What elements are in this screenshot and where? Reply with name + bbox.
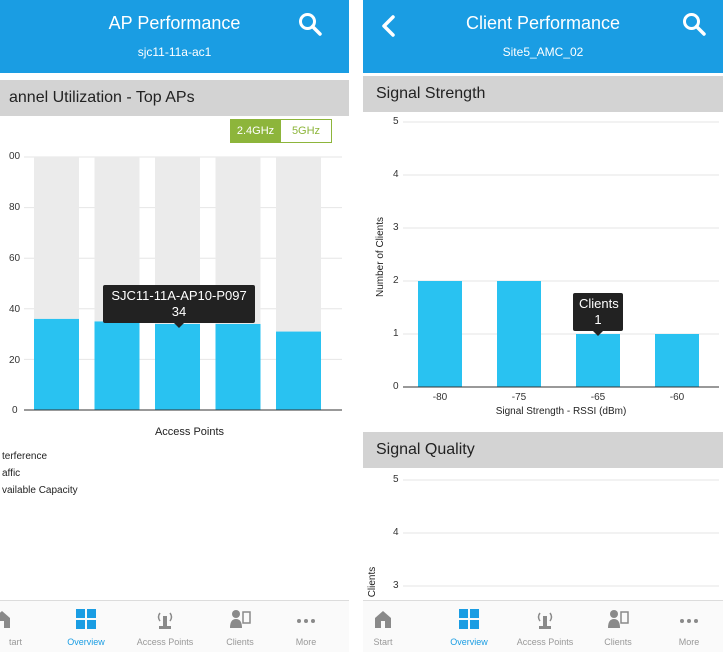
channel-utilization-section: annel Utilization - Top APs: [0, 80, 349, 116]
clients-icon: [608, 610, 629, 628]
tab-label: More: [678, 637, 700, 647]
search-icon[interactable]: [681, 11, 707, 37]
y-tick-label: 80: [9, 202, 21, 213]
tab-overview[interactable]: Overview: [55, 601, 117, 652]
ap-performance-panel: AP Performance sjc11-11a-ac1 annel Utili…: [0, 0, 349, 652]
tab-start[interactable]: Start: [363, 601, 404, 652]
signal-quality-chart: [403, 479, 719, 587]
signal-strength-section: Signal Strength: [363, 76, 723, 112]
ap-utilization-chart: [24, 156, 342, 411]
y-tick-label: 20: [9, 355, 21, 366]
band-5ghz-button[interactable]: 5GHz: [281, 119, 332, 143]
tab-label: Clients: [226, 637, 254, 647]
bar-available-capacity[interactable]: [34, 157, 79, 319]
x-tick-label: -65: [591, 392, 606, 403]
tooltip-value: 1: [594, 312, 602, 327]
strength-y-axis-label: Number of Clients: [375, 216, 386, 298]
access-point-icon: [157, 612, 173, 629]
legend-available-capacity: vailable Capacity: [2, 485, 78, 496]
ap-controller-name: sjc11-11a-ac1: [137, 45, 212, 59]
y-tick-label: 40: [9, 304, 21, 315]
x-tick-label: -80: [433, 392, 448, 403]
bar-traffic[interactable]: [94, 321, 140, 410]
y-tick-label: 1: [393, 328, 399, 339]
y-tick-label: 4: [393, 169, 399, 180]
band-toggle: 2.4GHz 5GHz: [230, 119, 332, 143]
tab-label: Overview: [67, 637, 105, 647]
tab-label: tart: [8, 637, 22, 647]
right-tab-bar: Start Overview Access Points Clients Mor…: [363, 600, 723, 652]
ap-x-axis-label: Access Points: [154, 426, 225, 438]
tab-overview[interactable]: Overview: [438, 601, 500, 652]
y-tick-label: 5: [393, 474, 399, 485]
client-header: Client Performance Site5_AMC_02: [363, 0, 723, 73]
y-tick-label: 3: [393, 222, 399, 233]
tab-access-points[interactable]: Access Points: [505, 601, 585, 652]
y-tick-label: 5: [393, 116, 399, 127]
band-24ghz-button[interactable]: 2.4GHz: [230, 119, 281, 143]
y-tick-label: 3: [393, 580, 399, 591]
left-tab-bar: tart Overview Access Points Clients More: [0, 600, 349, 652]
y-tick-label: 0: [12, 405, 18, 416]
tab-label: More: [295, 637, 317, 647]
panel-divider: [349, 0, 363, 652]
access-point-icon: [537, 612, 553, 629]
bar-clients[interactable]: [497, 281, 541, 387]
tab-start[interactable]: tart: [0, 601, 28, 652]
tab-label: Clients: [604, 637, 632, 647]
more-icon: [297, 619, 315, 623]
y-tick-label: 2: [393, 275, 399, 286]
tooltip-series-name: Clients: [579, 296, 619, 311]
client-site-name: Site5_AMC_02: [502, 45, 584, 59]
ap-header: AP Performance sjc11-11a-ac1: [0, 0, 349, 73]
tab-more[interactable]: More: [276, 601, 336, 652]
home-icon: [0, 611, 10, 628]
client-page-title: Client Performance: [465, 13, 621, 33]
more-icon: [680, 619, 698, 623]
tooltip-ap-name: SJC11-11A-AP10-P097: [111, 288, 247, 303]
legend-traffic: affic: [2, 468, 21, 479]
y-tick-label: 00: [9, 151, 21, 162]
x-tick-label: -60: [670, 392, 685, 403]
x-tick-label: -75: [512, 392, 527, 403]
ap-tooltip: SJC11-11A-AP10-P097 34: [103, 285, 255, 328]
y-tick-label: 0: [393, 381, 399, 392]
overview-icon: [459, 609, 479, 629]
y-tick-label: 4: [393, 527, 399, 538]
bar-traffic[interactable]: [215, 323, 261, 410]
tab-label: Access Points: [136, 637, 194, 647]
search-icon[interactable]: [297, 11, 323, 37]
client-tooltip: Clients 1: [573, 293, 623, 336]
client-performance-panel: Client Performance Site5_AMC_02 Signal S…: [363, 0, 723, 652]
tab-clients[interactable]: Clients: [588, 601, 648, 652]
strength-x-axis-label: Signal Strength - RSSI (dBm): [495, 406, 627, 417]
tooltip-value: 34: [171, 304, 187, 319]
bar-traffic[interactable]: [34, 318, 79, 410]
signal-quality-section: Signal Quality: [363, 432, 723, 468]
bar-clients[interactable]: [655, 334, 699, 387]
bar-traffic[interactable]: [276, 331, 321, 410]
bar-clients[interactable]: [576, 334, 620, 387]
signal-strength-chart: -80 -75 -65 -60: [403, 121, 719, 403]
tab-label: Access Points: [516, 637, 574, 647]
bar-available-capacity[interactable]: [276, 157, 321, 332]
tab-more[interactable]: More: [659, 601, 719, 652]
y-tick-label: 60: [9, 253, 21, 264]
bar-clients[interactable]: [418, 281, 462, 387]
clients-icon: [230, 610, 251, 628]
tab-access-points[interactable]: Access Points: [125, 601, 205, 652]
legend-interference: terference: [2, 451, 48, 462]
home-icon: [375, 611, 391, 628]
tab-label: Overview: [450, 637, 488, 647]
bar-traffic[interactable]: [155, 323, 200, 410]
tab-label: Start: [373, 637, 393, 647]
tab-clients[interactable]: Clients: [210, 601, 270, 652]
overview-icon: [76, 609, 96, 629]
